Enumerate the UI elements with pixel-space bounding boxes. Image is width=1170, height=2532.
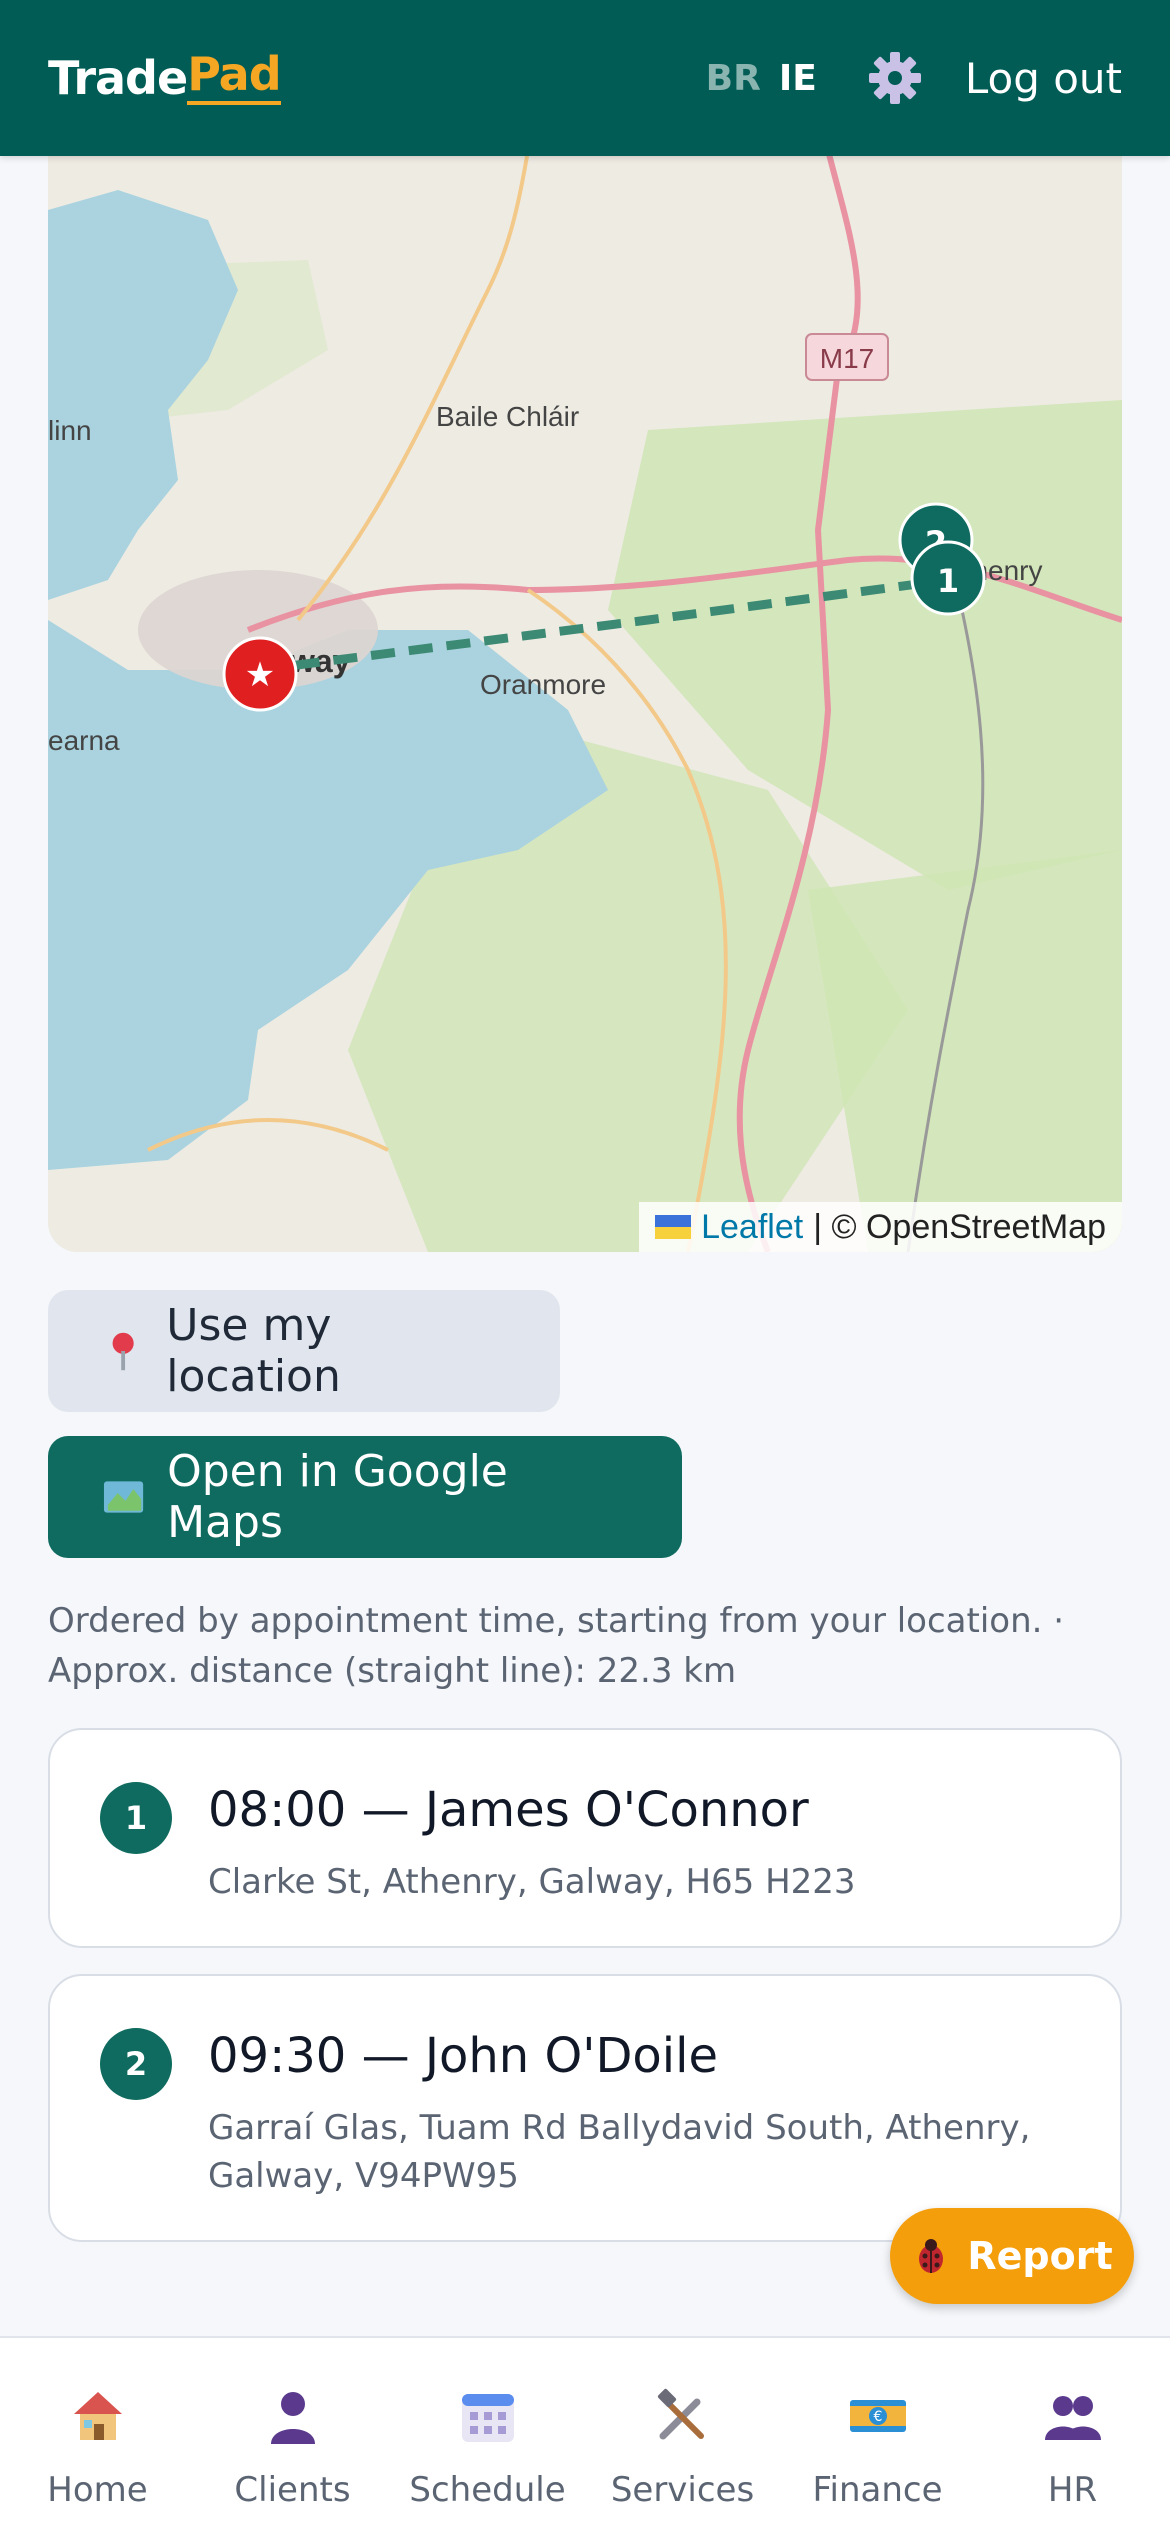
open-google-maps-button[interactable]: Open in Google Maps bbox=[48, 1436, 682, 1558]
logout-button[interactable]: Log out bbox=[965, 54, 1122, 103]
nav-finance-label: Finance bbox=[812, 2470, 943, 2510]
nav-hr-label: HR bbox=[1047, 2470, 1098, 2510]
banknote-icon: € bbox=[849, 2400, 906, 2432]
nav-clients[interactable]: Clients bbox=[195, 2338, 390, 2532]
tools-icon bbox=[657, 2388, 704, 2440]
stop-title: 08:00 — James O'Connor bbox=[208, 1782, 809, 1838]
leaflet-link[interactable]: Leaflet bbox=[701, 1208, 803, 1247]
route-info: Ordered by appointment time, starting fr… bbox=[48, 1596, 1122, 1696]
stop-marker-1[interactable]: 1 bbox=[910, 540, 986, 616]
stop-number-badge: 2 bbox=[100, 2028, 172, 2100]
person-icon bbox=[270, 2392, 315, 2444]
use-location-button[interactable]: Use my location bbox=[48, 1290, 560, 1412]
nav-home[interactable]: Home bbox=[0, 2338, 195, 2532]
map-icon bbox=[103, 1481, 144, 1513]
open-google-maps-label: Open in Google Maps bbox=[167, 1446, 508, 1548]
lang-ie-button[interactable]: IE bbox=[779, 58, 817, 99]
stop-card[interactable]: 2 09:30 — John O'Doile Garraí Glas, Tuam… bbox=[48, 1974, 1122, 2242]
stop-title: 09:30 — John O'Doile bbox=[208, 2028, 718, 2084]
logo-trade: Trade bbox=[48, 51, 188, 105]
report-button[interactable]: Report bbox=[890, 2208, 1134, 2304]
map-label-earna: earna bbox=[48, 725, 120, 756]
calendar-icon bbox=[461, 2394, 514, 2442]
star-icon: ★ bbox=[245, 655, 275, 695]
stop-address: Garraí Glas, Tuam Rd Ballydavid South, A… bbox=[208, 2108, 1031, 2196]
app-header: Trade Pad BR IE Log out bbox=[0, 0, 1170, 156]
logo-pad: Pad bbox=[187, 51, 282, 105]
nav-schedule[interactable]: Schedule bbox=[390, 2338, 585, 2532]
gear-icon[interactable] bbox=[865, 48, 925, 108]
nav-clients-label: Clients bbox=[234, 2470, 351, 2510]
bottom-nav: Home Clients Schedule Services € Finance… bbox=[0, 2336, 1170, 2532]
osm-attribution: | © OpenStreetMap bbox=[813, 1207, 1106, 1246]
stop-marker-1-label: 1 bbox=[937, 562, 959, 600]
report-label: Report bbox=[967, 2234, 1113, 2278]
map-label-linn: linn bbox=[48, 415, 92, 446]
pin-icon bbox=[112, 1332, 134, 1371]
route-distance: Approx. distance (straight line): 22.3 k… bbox=[48, 1651, 737, 1691]
route-info-line1: Ordered by appointment time, starting fr… bbox=[48, 1601, 1065, 1641]
nav-services-label: Services bbox=[610, 2470, 755, 2510]
tradepad-logo[interactable]: Trade Pad bbox=[48, 51, 282, 105]
map-label-oranmore: Oranmore bbox=[480, 669, 606, 700]
map-label-baile-chlair: Baile Chláir bbox=[436, 401, 579, 432]
nav-finance[interactable]: € Finance bbox=[780, 2338, 975, 2532]
nav-services[interactable]: Services bbox=[585, 2338, 780, 2532]
map-attribution: Leaflet | © OpenStreetMap bbox=[639, 1202, 1122, 1252]
use-location-label: Use my location bbox=[166, 1300, 341, 1402]
house-icon bbox=[73, 2392, 122, 2440]
stop-card[interactable]: 1 08:00 — James O'Connor Clarke St, Athe… bbox=[48, 1728, 1122, 1948]
map-canvas[interactable]: M17 Baile Chláir Oranmore way Athenry li… bbox=[48, 150, 1122, 1252]
bug-icon bbox=[919, 2239, 944, 2273]
nav-hr[interactable]: HR bbox=[975, 2338, 1170, 2532]
route-map[interactable]: M17 Baile Chláir Oranmore way Athenry li… bbox=[48, 150, 1122, 1252]
map-label-m17: M17 bbox=[820, 343, 874, 374]
lang-br-button[interactable]: BR bbox=[706, 58, 761, 99]
stop-number-badge: 1 bbox=[100, 1782, 172, 1854]
svg-text:€: € bbox=[873, 2409, 882, 2425]
nav-home-label: Home bbox=[47, 2470, 148, 2510]
ukraine-flag-icon bbox=[655, 1215, 692, 1239]
stop-address: Clarke St, Athenry, Galway, H65 H223 bbox=[208, 1862, 856, 1902]
people-icon bbox=[1044, 2396, 1101, 2440]
start-marker[interactable]: ★ bbox=[222, 636, 298, 712]
nav-schedule-label: Schedule bbox=[409, 2470, 566, 2510]
